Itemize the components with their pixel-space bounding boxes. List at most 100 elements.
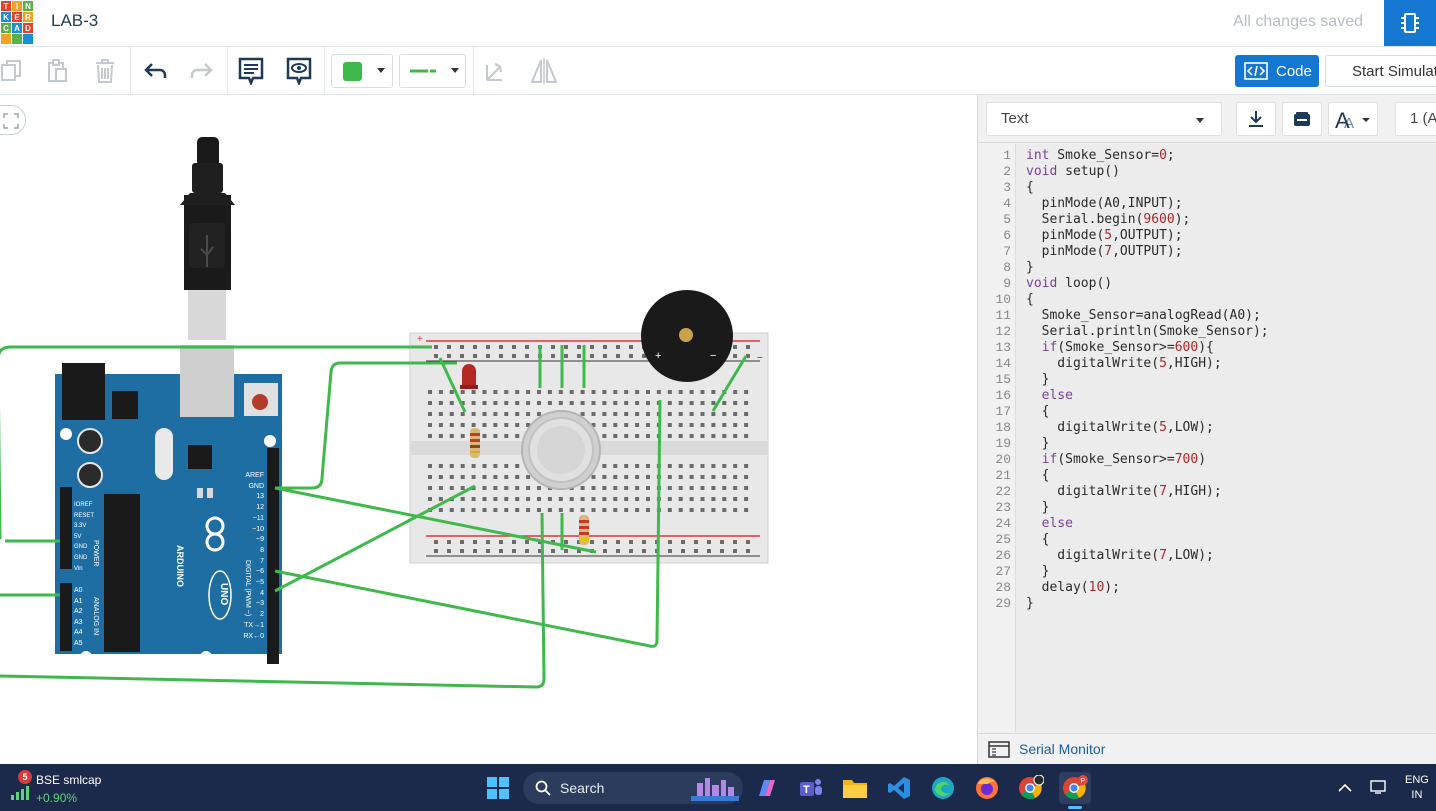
breadboard-hole[interactable] bbox=[624, 401, 629, 405]
code-line[interactable]: } bbox=[1026, 436, 1050, 452]
code-line[interactable]: digitalWrite(5,LOW); bbox=[1026, 420, 1214, 436]
gas-sensor[interactable] bbox=[521, 410, 601, 490]
breadboard-hole[interactable] bbox=[515, 434, 520, 438]
breadboard-hole[interactable] bbox=[613, 464, 618, 468]
breadboard-hole[interactable] bbox=[694, 540, 698, 544]
breadboard-hole[interactable] bbox=[512, 549, 516, 553]
breadboard-hole[interactable] bbox=[504, 412, 509, 416]
code-line[interactable]: void setup() bbox=[1026, 164, 1120, 180]
breadboard-hole[interactable] bbox=[438, 401, 443, 405]
breadboard-hole[interactable] bbox=[711, 390, 716, 394]
breadboard-hole[interactable] bbox=[460, 497, 465, 501]
breadboard-hole[interactable] bbox=[624, 390, 629, 394]
breadboard-hole[interactable] bbox=[635, 434, 640, 438]
breadboard-hole[interactable] bbox=[564, 354, 568, 358]
resistor-2[interactable] bbox=[579, 515, 589, 545]
breadboard-hole[interactable] bbox=[515, 475, 520, 479]
breadboard-hole[interactable] bbox=[537, 497, 541, 501]
breadboard-hole[interactable] bbox=[689, 423, 694, 427]
flip-button[interactable] bbox=[527, 55, 561, 87]
breadboard-hole[interactable] bbox=[438, 423, 443, 427]
breadboard-hole[interactable] bbox=[526, 508, 531, 512]
breadboard-hole[interactable] bbox=[711, 434, 716, 438]
breadboard-hole[interactable] bbox=[504, 508, 509, 512]
breadboard-hole[interactable] bbox=[700, 486, 705, 490]
breadboard-hole[interactable] bbox=[580, 508, 585, 512]
code-line[interactable]: pinMode(7,OUTPUT); bbox=[1026, 244, 1183, 260]
breadboard-hole[interactable] bbox=[482, 464, 487, 468]
breadboard-hole[interactable] bbox=[512, 540, 516, 544]
copilot-button[interactable] bbox=[751, 772, 783, 804]
breadboard-hole[interactable] bbox=[547, 401, 552, 405]
delete-button[interactable] bbox=[88, 55, 122, 87]
breadboard-hole[interactable] bbox=[551, 354, 555, 358]
breadboard-hole[interactable] bbox=[493, 508, 498, 512]
breadboard-hole[interactable] bbox=[577, 345, 581, 349]
breadboard-hole[interactable] bbox=[590, 540, 594, 544]
breadboard-hole[interactable] bbox=[689, 497, 694, 501]
breadboard-hole[interactable] bbox=[646, 497, 650, 501]
breadboard-hole[interactable] bbox=[449, 390, 454, 394]
breadboard-hole[interactable] bbox=[428, 497, 432, 501]
breadboard-hole[interactable] bbox=[438, 434, 443, 438]
breadboard-hole[interactable] bbox=[646, 412, 650, 416]
breadboard-hole[interactable] bbox=[678, 508, 683, 512]
breadboard-hole[interactable] bbox=[493, 423, 498, 427]
breadboard-hole[interactable] bbox=[646, 486, 650, 490]
breadboard-hole[interactable] bbox=[493, 475, 498, 479]
breadboard-hole[interactable] bbox=[564, 540, 568, 544]
breadboard-hole[interactable] bbox=[471, 475, 476, 479]
breadboard-hole[interactable] bbox=[689, 390, 694, 394]
breadboard-hole[interactable] bbox=[460, 549, 464, 553]
breadboard-hole[interactable] bbox=[711, 412, 716, 416]
breadboard-hole[interactable] bbox=[580, 412, 585, 416]
breadboard-hole[interactable] bbox=[722, 401, 727, 405]
breadboard-hole[interactable] bbox=[526, 486, 531, 490]
breadboard-hole[interactable] bbox=[733, 401, 738, 405]
breadboard-hole[interactable] bbox=[616, 354, 620, 358]
breadboard-hole[interactable] bbox=[499, 549, 503, 553]
breadboard-hole[interactable] bbox=[603, 549, 607, 553]
breadboard-hole[interactable] bbox=[590, 345, 594, 349]
breadboard-hole[interactable] bbox=[526, 475, 531, 479]
breadboard-hole[interactable] bbox=[449, 508, 454, 512]
display-button[interactable] bbox=[1370, 780, 1388, 796]
notes-button[interactable] bbox=[234, 55, 268, 87]
breadboard-hole[interactable] bbox=[428, 434, 432, 438]
breadboard-hole[interactable] bbox=[689, 475, 694, 479]
breadboard-hole[interactable] bbox=[460, 345, 464, 349]
breadboard-hole[interactable] bbox=[591, 412, 596, 416]
breadboard-hole[interactable] bbox=[526, 390, 531, 394]
breadboard-hole[interactable] bbox=[689, 464, 694, 468]
breadboard-hole[interactable] bbox=[493, 412, 498, 416]
code-line[interactable]: if(Smoke_Sensor>=600){ bbox=[1026, 340, 1214, 356]
breadboard-hole[interactable] bbox=[678, 475, 683, 479]
breadboard-hole[interactable] bbox=[700, 434, 705, 438]
breadboard-hole[interactable] bbox=[473, 549, 477, 553]
breadboard-hole[interactable] bbox=[493, 390, 498, 394]
teams-button[interactable]: T bbox=[795, 772, 827, 804]
breadboard-hole[interactable] bbox=[646, 464, 650, 468]
breadboard-hole[interactable] bbox=[635, 423, 640, 427]
download-code-button[interactable] bbox=[1236, 102, 1276, 136]
breadboard-hole[interactable] bbox=[569, 497, 574, 501]
breadboard-hole[interactable] bbox=[624, 508, 629, 512]
breadboard-hole[interactable] bbox=[591, 390, 596, 394]
breadboard-hole[interactable] bbox=[493, 497, 498, 501]
code-line[interactable]: Serial.begin(9600); bbox=[1026, 212, 1191, 228]
breadboard-hole[interactable] bbox=[569, 390, 574, 394]
breadboard-hole[interactable] bbox=[733, 390, 738, 394]
breadboard-hole[interactable] bbox=[602, 412, 607, 416]
vscode-button[interactable] bbox=[883, 772, 915, 804]
breadboard-hole[interactable] bbox=[537, 486, 541, 490]
breadboard-hole[interactable] bbox=[482, 423, 487, 427]
project-title[interactable]: LAB-3 bbox=[51, 11, 98, 31]
breadboard-hole[interactable] bbox=[722, 508, 727, 512]
breadboard-hole[interactable] bbox=[449, 401, 454, 405]
breadboard-hole[interactable] bbox=[613, 423, 618, 427]
breadboard-hole[interactable] bbox=[746, 345, 750, 349]
breadboard-hole[interactable] bbox=[744, 401, 749, 405]
breadboard-hole[interactable] bbox=[722, 423, 727, 427]
breadboard-hole[interactable] bbox=[624, 497, 629, 501]
breadboard-hole[interactable] bbox=[629, 345, 633, 349]
